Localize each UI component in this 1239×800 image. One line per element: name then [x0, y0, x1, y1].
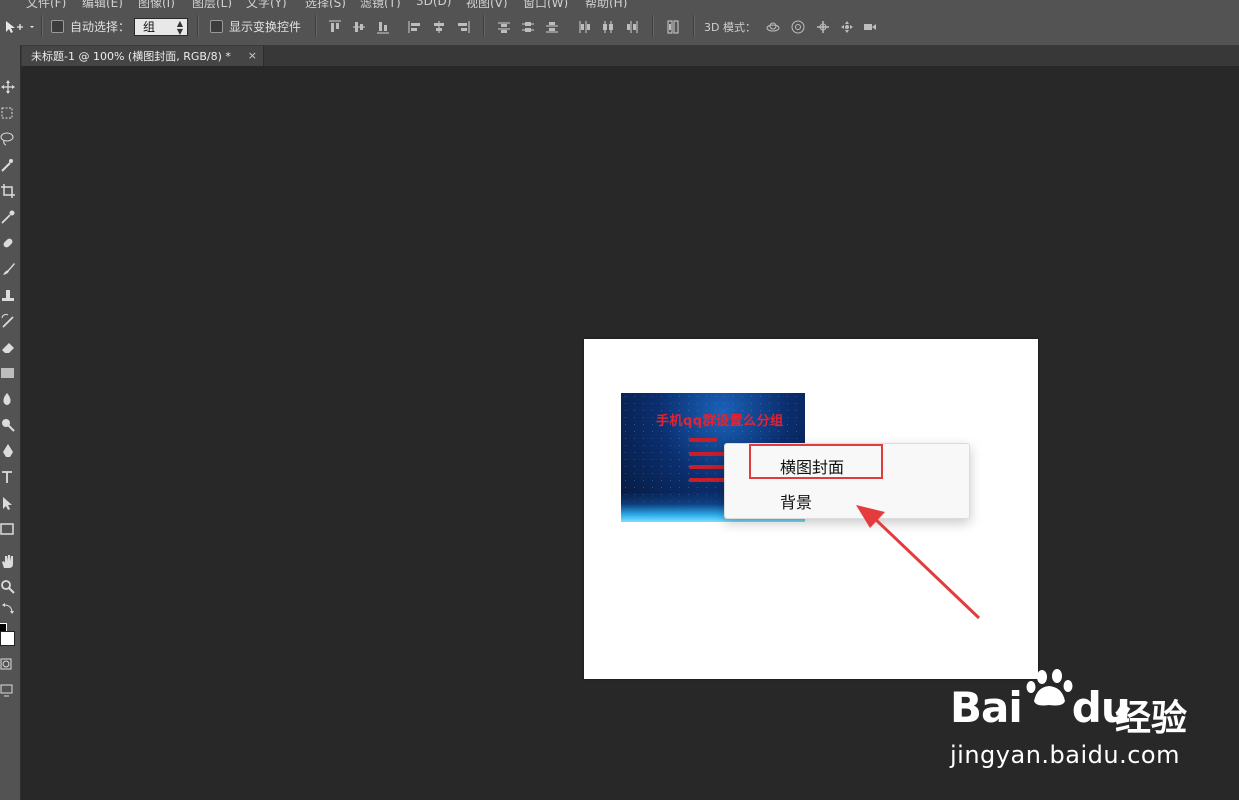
- separator: [483, 15, 485, 37]
- marquee-tool-icon[interactable]: [0, 105, 16, 121]
- separator: [41, 15, 43, 37]
- align-right-icon[interactable]: [456, 20, 470, 34]
- document-tab[interactable]: 未标题-1 @ 100% (横图封面, RGB/8) * ×: [22, 46, 264, 66]
- type-tool-icon[interactable]: [0, 469, 16, 485]
- background-color-swatch[interactable]: [0, 631, 15, 646]
- dodge-tool-icon[interactable]: [0, 417, 16, 433]
- gradient-tool-icon[interactable]: [0, 365, 16, 381]
- screen-mode-icon[interactable]: [0, 683, 16, 699]
- move-tool-icon[interactable]: [0, 79, 16, 95]
- options-bar: 自动选择： 组 ▲ ▼ 显示变换控件 3D 模式：: [0, 8, 1239, 46]
- align-top-icon[interactable]: [328, 20, 342, 34]
- swap-colors-icon[interactable]: [0, 601, 16, 617]
- menu-select[interactable]: 选择(S): [305, 0, 346, 8]
- align-bottom-icon[interactable]: [376, 20, 390, 34]
- distribute-bottom-icon[interactable]: [545, 20, 559, 34]
- auto-select-label: 自动选择：: [70, 20, 131, 34]
- brush-tool-icon[interactable]: [0, 261, 16, 277]
- hand-tool-icon[interactable]: [0, 553, 16, 569]
- cover-text-line: [689, 438, 717, 442]
- move-tool-icon: [6, 20, 34, 33]
- tools-panel: [0, 45, 21, 800]
- pen-tool-icon[interactable]: [0, 443, 16, 459]
- close-icon[interactable]: ×: [248, 49, 257, 62]
- eyedropper-tool-icon[interactable]: [0, 209, 16, 225]
- distribute-left-icon[interactable]: [577, 20, 591, 34]
- menu-window[interactable]: 窗口(W): [523, 0, 568, 8]
- scale-3d-icon[interactable]: [863, 20, 877, 34]
- jingyan-product: 经验: [1115, 698, 1188, 739]
- orbit-3d-icon[interactable]: [766, 20, 780, 34]
- show-transform-checkbox[interactable]: 显示变换控件: [210, 8, 301, 45]
- menu-type[interactable]: 文字(Y): [246, 0, 287, 8]
- mode-3d-label: 3D 模式：: [704, 20, 756, 34]
- clone-stamp-tool-icon[interactable]: [0, 287, 16, 303]
- blur-tool-icon[interactable]: [0, 391, 16, 407]
- quick-mask-icon[interactable]: [0, 657, 16, 673]
- menu-layer[interactable]: 图层(L): [192, 0, 232, 8]
- cover-image-title: 手机qq群设置么分组: [656, 414, 784, 429]
- menu-edit[interactable]: 编辑(E): [82, 0, 123, 8]
- menu-image[interactable]: 图像(I): [138, 0, 175, 8]
- move-tool-preset[interactable]: [4, 8, 34, 45]
- menu-file[interactable]: 文件(F): [26, 0, 66, 8]
- jingyan-url: jingyan.baidu.com: [950, 741, 1180, 769]
- document-tab-title: 未标题-1 @ 100% (横图封面, RGB/8) *: [31, 50, 231, 63]
- menu-filter[interactable]: 滤镜(T): [360, 0, 401, 8]
- menu-bar: 文件(F) 编辑(E) 图像(I) 图层(L) 文字(Y) 选择(S) 滤镜(T…: [0, 0, 1239, 8]
- baidu-brand-bai: Bai: [950, 683, 1023, 732]
- distribute-hcenter-icon[interactable]: [601, 20, 615, 34]
- auto-select-value: 组: [143, 20, 156, 34]
- checkbox-box[interactable]: [51, 20, 64, 33]
- checkbox-box[interactable]: [210, 20, 223, 33]
- distribute-right-icon[interactable]: [625, 20, 639, 34]
- document-tab-bar: 未标题-1 @ 100% (横图封面, RGB/8) * ×: [0, 46, 1239, 66]
- align-hcenter-icon[interactable]: [432, 20, 446, 34]
- roll-3d-icon[interactable]: [791, 20, 805, 34]
- slide-3d-icon[interactable]: [840, 20, 854, 34]
- quick-select-tool-icon[interactable]: [0, 157, 16, 173]
- lasso-tool-icon[interactable]: [0, 131, 16, 147]
- dropdown-arrows-icon: ▲ ▼: [176, 19, 183, 36]
- pan-3d-icon[interactable]: [816, 20, 830, 34]
- zoom-tool-icon[interactable]: [0, 579, 16, 595]
- path-select-tool-icon[interactable]: [0, 495, 16, 511]
- align-left-icon[interactable]: [408, 20, 422, 34]
- separator: [693, 15, 695, 37]
- history-brush-tool-icon[interactable]: [0, 313, 16, 329]
- highlight-box: [749, 444, 883, 479]
- menu-help[interactable]: 帮助(H): [585, 0, 627, 8]
- menu-item-background-layer[interactable]: 背景: [780, 489, 812, 513]
- auto-select-checkbox[interactable]: 自动选择：: [51, 8, 130, 45]
- baidu-watermark: Bai du 经验 jingyan.baidu.com: [950, 667, 1220, 777]
- eraser-tool-icon[interactable]: [0, 339, 16, 355]
- healing-brush-tool-icon[interactable]: [0, 235, 16, 251]
- auto-align-icon[interactable]: [666, 20, 680, 34]
- separator: [197, 15, 199, 37]
- align-vcenter-icon[interactable]: [352, 20, 366, 34]
- menu-3d[interactable]: 3D(D): [416, 0, 451, 8]
- separator: [652, 15, 654, 37]
- distribute-top-icon[interactable]: [497, 20, 511, 34]
- distribute-vcenter-icon[interactable]: [521, 20, 535, 34]
- show-transform-label: 显示变换控件: [229, 20, 302, 34]
- menu-view[interactable]: 视图(V): [466, 0, 508, 8]
- shape-tool-icon[interactable]: [0, 521, 16, 537]
- auto-select-dropdown[interactable]: 组 ▲ ▼: [134, 18, 188, 36]
- separator: [315, 15, 317, 37]
- crop-tool-icon[interactable]: [0, 183, 16, 199]
- baidu-brand: Bai du: [950, 683, 1131, 732]
